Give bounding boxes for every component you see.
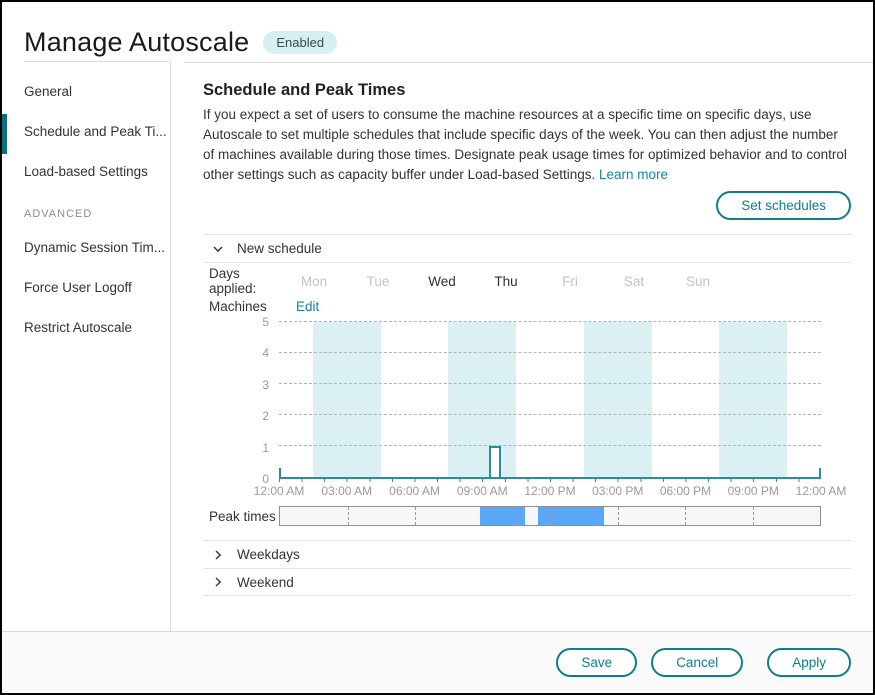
peak-bar-divider: [753, 507, 754, 525]
schedules-accordion: New schedule Days applied: Mon Tue Wed T…: [203, 234, 851, 596]
y-tick-5: 5: [209, 315, 269, 329]
axis-end-tick: [279, 468, 281, 477]
x-tick-7: 09:00 PM: [728, 484, 779, 498]
new-schedule-accordion-header[interactable]: New schedule: [203, 234, 851, 262]
day-tue: Tue: [346, 274, 410, 289]
peak-bar-divider: [685, 507, 686, 525]
x-tick-0: 12:00 AM: [254, 484, 305, 498]
manage-autoscale-dialog: Manage Autoscale Enabled General Schedul…: [0, 0, 875, 695]
new-schedule-title: New schedule: [237, 241, 322, 256]
sidebar: General Schedule and Peak Ti... Load-bas…: [2, 62, 171, 631]
sidebar-item-dynamic-session-timeouts[interactable]: Dynamic Session Tim...: [24, 228, 170, 268]
cancel-button[interactable]: Cancel: [651, 648, 743, 677]
chevron-right-icon: [212, 576, 224, 588]
set-schedules-button[interactable]: Set schedules: [716, 191, 851, 220]
description-text: If you expect a set of users to consume …: [203, 107, 847, 182]
axis-end-tick: [819, 468, 821, 477]
peak-shaded-band: [719, 322, 787, 477]
y-tick-1: 1: [209, 441, 269, 455]
chart-y-axis: 5 4 3 2 1 0: [209, 322, 269, 479]
day-wed: Wed: [410, 274, 474, 289]
chart-gridline: [279, 445, 821, 446]
dialog-footer: Save Cancel Apply: [2, 631, 873, 693]
weekdays-title: Weekdays: [237, 547, 300, 562]
weekend-accordion-header[interactable]: Weekend: [203, 568, 851, 596]
peak-bar-divider: [550, 507, 551, 525]
day-mon: Mon: [282, 274, 346, 289]
peak-shaded-band: [448, 322, 516, 477]
new-schedule-body: Days applied: Mon Tue Wed Thu Fri Sat Su…: [203, 262, 851, 540]
x-tick-3: 09:00 AM: [457, 484, 508, 498]
chart-gridline: [279, 383, 821, 384]
x-tick-2: 06:00 AM: [389, 484, 440, 498]
dialog-header: Manage Autoscale Enabled: [2, 2, 873, 62]
chart-gridline: [279, 352, 821, 353]
sidebar-section-advanced: ADVANCED: [24, 200, 170, 228]
x-tick-6: 06:00 PM: [660, 484, 711, 498]
page-title: Manage Autoscale: [24, 27, 249, 58]
section-description: If you expect a set of users to consume …: [203, 105, 851, 185]
machines-chart: 5 4 3 2 1 0 12:00 AM 03:00 AM 06:00: [209, 322, 821, 500]
peak-times-row: Peak times: [209, 506, 821, 526]
chevron-down-icon: [212, 243, 224, 255]
x-tick-4: 12:00 PM: [524, 484, 575, 498]
day-sat: Sat: [602, 274, 666, 289]
main-panel: Schedule and Peak Times If you expect a …: [184, 62, 873, 631]
peak-times-label: Peak times: [209, 509, 279, 524]
apply-button[interactable]: Apply: [767, 648, 851, 677]
chart-gridline: [279, 414, 821, 415]
chevron-right-icon: [212, 549, 224, 561]
status-badge: Enabled: [263, 31, 337, 54]
weekdays-accordion-header[interactable]: Weekdays: [203, 540, 851, 568]
day-fri: Fri: [538, 274, 602, 289]
sidebar-item-load-based-settings[interactable]: Load-based Settings: [24, 152, 170, 192]
machines-row: Machines Edit: [209, 296, 821, 316]
x-tick-5: 03:00 PM: [592, 484, 643, 498]
y-tick-2: 2: [209, 409, 269, 423]
save-button[interactable]: Save: [556, 648, 637, 677]
peak-bar-divider: [348, 507, 349, 525]
machines-label: Machines: [209, 299, 296, 314]
sidebar-item-schedule-and-peak-times[interactable]: Schedule and Peak Ti...: [24, 112, 170, 152]
x-tick-1: 03:00 AM: [321, 484, 372, 498]
peak-times-bar[interactable]: [279, 506, 821, 526]
day-sun: Sun: [666, 274, 730, 289]
machines-chart-plot: [279, 322, 821, 479]
peak-bar-divider: [415, 507, 416, 525]
day-thu: Thu: [474, 274, 538, 289]
y-tick-3: 3: [209, 378, 269, 392]
sidebar-item-restrict-autoscale[interactable]: Restrict Autoscale: [24, 308, 170, 348]
y-tick-4: 4: [209, 346, 269, 360]
active-sidebar-indicator: [2, 114, 7, 154]
machines-step-segment: [489, 446, 501, 477]
days-applied-label: Days applied:: [209, 266, 282, 296]
sidebar-item-general[interactable]: General: [24, 72, 170, 112]
machines-edit-link[interactable]: Edit: [296, 299, 319, 314]
peak-bar-divider: [618, 507, 619, 525]
weekend-title: Weekend: [237, 575, 294, 590]
chart-hour-ticks: [279, 479, 821, 482]
days-applied-row: Days applied: Mon Tue Wed Thu Fri Sat Su…: [209, 271, 821, 291]
chart-x-axis: 12:00 AM 03:00 AM 06:00 AM 09:00 AM 12:0…: [279, 484, 821, 500]
sidebar-item-force-user-logoff[interactable]: Force User Logoff: [24, 268, 170, 308]
x-tick-8: 12:00 AM: [796, 484, 847, 498]
peak-time-segment: [480, 507, 525, 525]
peak-bar-divider: [483, 507, 484, 525]
peak-time-segment: [538, 507, 604, 525]
peak-shaded-band: [313, 322, 381, 477]
chart-gridline: [279, 321, 821, 322]
learn-more-link[interactable]: Learn more: [599, 167, 668, 182]
section-heading: Schedule and Peak Times: [203, 81, 851, 100]
peak-shaded-band: [584, 322, 652, 477]
